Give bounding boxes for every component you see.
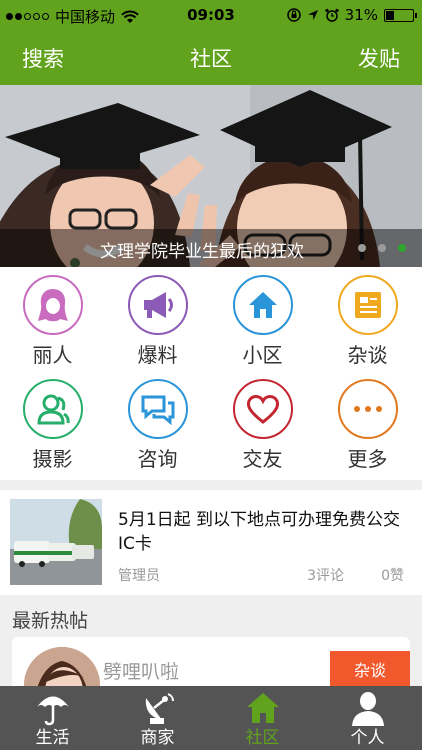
category-label: 丽人	[32, 343, 73, 367]
person-icon	[351, 692, 384, 726]
news-likes[interactable]: 0赞	[381, 565, 404, 585]
document-icon	[337, 275, 398, 335]
post-tag[interactable]: 杂谈	[330, 651, 410, 691]
heart-icon	[232, 379, 293, 439]
tab-label: 生活	[35, 728, 70, 748]
tab-label: 个人	[350, 728, 385, 748]
category-chat[interactable]: 杂谈	[315, 275, 420, 368]
category-label: 交友	[242, 447, 283, 471]
news-comments[interactable]: 3评论	[307, 565, 344, 585]
category-more[interactable]: 更多	[315, 379, 420, 472]
tab-community[interactable]: 社区	[210, 686, 315, 750]
category-label: 咨询	[137, 447, 178, 471]
category-label: 摄影	[32, 447, 73, 471]
location-icon	[307, 10, 318, 20]
tab-label: 社区	[245, 728, 280, 748]
woman-icon	[22, 275, 83, 335]
section-title: 最新热帖	[12, 610, 89, 632]
category-news-tip[interactable]: 爆料	[105, 275, 210, 368]
alarm-icon	[325, 8, 339, 22]
status-bar: 中国移动 09:03 31%	[0, 0, 422, 30]
tab-merchants[interactable]: 商家	[105, 686, 210, 750]
carousel-dot-active[interactable]	[398, 244, 406, 252]
new-post-button[interactable]: 发贴	[358, 43, 400, 73]
category-label: 更多	[347, 447, 388, 471]
house-icon	[232, 275, 293, 335]
tab-profile[interactable]: 个人	[315, 686, 420, 750]
megaphone-icon	[127, 275, 188, 335]
banner-caption-bar: 文理学院毕业生最后的狂欢	[0, 229, 422, 267]
status-right: 31%	[286, 6, 417, 24]
tab-life[interactable]: 生活	[0, 686, 105, 750]
tab-label: 商家	[140, 728, 175, 748]
carousel-dot[interactable]	[378, 244, 386, 252]
chat-icon	[127, 379, 188, 439]
news-item[interactable]: 5月1日起 到以下地点可办理免费公交IC卡 管理员 3评论 0赞	[0, 490, 422, 595]
post-author: 劈哩叭啦	[103, 661, 180, 683]
more-icon	[337, 379, 398, 439]
news-author: 管理员	[118, 568, 160, 584]
category-neighborhood[interactable]: 小区	[210, 275, 315, 368]
satellite-dish-icon	[145, 693, 174, 724]
category-grid: 丽人 爆料 小区 杂谈 摄影 咨询 交友 更多	[0, 267, 422, 480]
category-label: 爆料	[137, 343, 178, 367]
news-title: 5月1日起 到以下地点可办理免费公交IC卡	[118, 510, 401, 554]
battery-percent: 31%	[344, 6, 378, 24]
category-beauty[interactable]: 丽人	[0, 275, 105, 368]
page-title: 社区	[190, 47, 232, 71]
category-dating[interactable]: 交友	[210, 379, 315, 472]
news-thumbnail	[10, 499, 102, 585]
rotation-lock-icon	[286, 8, 301, 22]
carousel-dots	[358, 244, 406, 252]
category-consult[interactable]: 咨询	[105, 379, 210, 472]
category-label: 杂谈	[347, 343, 388, 367]
carousel-dot[interactable]	[358, 244, 366, 252]
navigation-bar: 搜索 社区 发贴	[0, 30, 422, 85]
people-icon	[22, 379, 83, 439]
banner-caption: 文理学院毕业生最后的狂欢	[100, 242, 304, 262]
home-icon	[246, 693, 279, 723]
search-button[interactable]: 搜索	[22, 43, 64, 73]
umbrella-icon	[36, 696, 69, 726]
battery-icon	[384, 8, 417, 22]
tab-bar: 生活 商家 社区 个人	[0, 686, 422, 750]
banner-carousel[interactable]: 文理学院毕业生最后的狂欢	[0, 85, 422, 267]
category-photography[interactable]: 摄影	[0, 379, 105, 472]
category-label: 小区	[242, 343, 283, 367]
